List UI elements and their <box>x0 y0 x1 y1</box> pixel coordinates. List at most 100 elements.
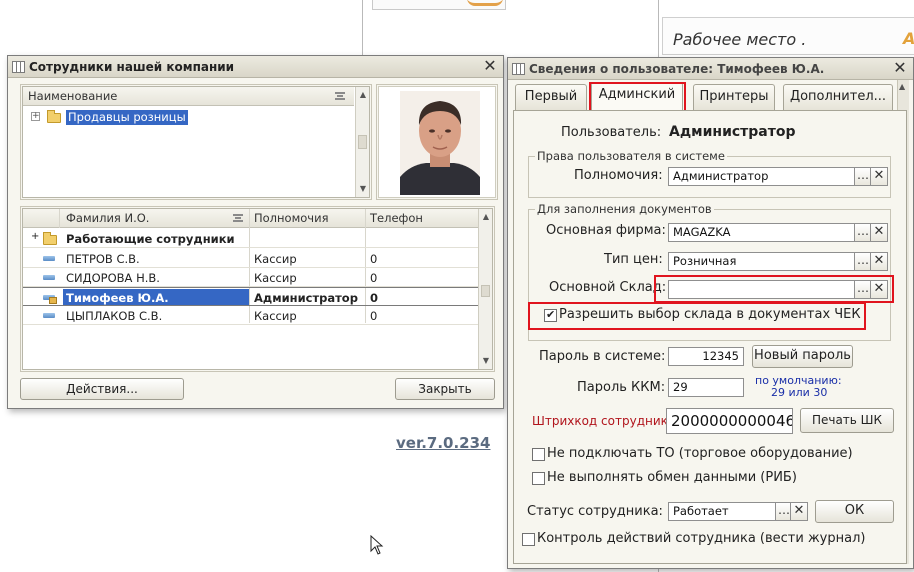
employee-icon <box>43 313 55 318</box>
scroll-up-icon[interactable]: ▲ <box>357 88 369 102</box>
column-phone[interactable]: Телефон <box>370 211 423 225</box>
table-header: Фамилия И.О. Полномочия Телефон <box>23 209 479 228</box>
kkm-password-label: Пароль ККМ: <box>577 380 666 395</box>
workplace-label: Рабочее место . <box>673 30 807 49</box>
cell-phone: 0 <box>370 271 378 285</box>
tab-first[interactable]: Первый <box>515 84 587 110</box>
clear-icon[interactable]: ✕ <box>790 502 808 521</box>
photo-image <box>400 91 480 195</box>
scroll-down-icon[interactable]: ▼ <box>357 182 369 196</box>
cell-role: Кассир <box>254 252 297 266</box>
table-row[interactable]: ЦЫПЛАКОВ С.В. Кассир 0 <box>23 306 479 325</box>
cell-role: Администратор <box>254 291 358 305</box>
cell-name: Тимофеев Ю.А. <box>66 291 169 305</box>
tree-scrollbar[interactable]: ▲ ▼ <box>355 87 369 197</box>
user-window-title: Сведения о пользователе: Тимофеев Ю.А. <box>529 62 825 76</box>
password-label: Пароль в системе: <box>539 349 666 364</box>
window-table-icon <box>512 63 525 75</box>
no-equipment-label[interactable]: Не подключать ТО (торговое оборудование) <box>547 446 853 461</box>
warehouse-label: Основной Склад: <box>549 280 667 295</box>
tab-additional[interactable]: Дополнител... <box>783 84 893 110</box>
column-name[interactable]: Фамилия И.О. <box>66 211 149 225</box>
cell-phone: 0 <box>370 252 378 266</box>
employee-icon <box>43 256 55 261</box>
no-equipment-checkbox[interactable] <box>532 448 545 461</box>
kkm-password-field[interactable]: 29 <box>668 378 744 397</box>
workplace-accent: А <box>903 29 914 48</box>
cell-name: СИДОРОВА Н.В. <box>66 271 160 285</box>
sort-icon <box>233 214 243 222</box>
collapse-icon[interactable]: + <box>31 231 39 242</box>
clear-icon[interactable]: ✕ <box>870 223 888 242</box>
cell-phone: 0 <box>370 291 379 305</box>
table-row-selected[interactable]: Тимофеев Ю.А. Администратор 0 <box>23 287 479 306</box>
table-scrollbar[interactable]: ▲ ▼ <box>478 209 492 369</box>
close-button[interactable]: Закрыть <box>395 378 495 400</box>
no-exchange-label[interactable]: Не выполнять обмен данными (РИБ) <box>547 470 797 485</box>
tree-item-label: Продавцы розницы <box>66 110 188 125</box>
close-icon[interactable]: ✕ <box>892 60 908 76</box>
groups-tree[interactable]: Наименование + Продавцы розницы ▲ ▼ <box>22 86 370 198</box>
print-barcode-button[interactable]: Печать ШК <box>800 408 894 433</box>
employees-window-title: Сотрудники нашей компании <box>29 60 235 74</box>
scroll-thumb[interactable] <box>481 285 490 297</box>
tab-printers[interactable]: Принтеры <box>693 84 775 110</box>
tree-header-label: Наименование <box>28 89 118 103</box>
table-group-row[interactable]: + Работающие сотрудники <box>23 229 479 248</box>
cell-phone: 0 <box>370 309 378 323</box>
group-label: Работающие сотрудники <box>66 232 235 246</box>
ok-button[interactable]: ОК <box>815 500 894 523</box>
tab-highlight-box <box>589 82 686 113</box>
firm-field[interactable]: MAGAZKA <box>668 223 855 242</box>
barcode-label: Штрихкод сотрудника: <box>532 414 680 428</box>
user-label: Пользователь: <box>561 125 662 140</box>
scroll-thumb[interactable] <box>358 135 367 149</box>
employees-window-titlebar[interactable]: Сотрудники нашей компании ✕ <box>8 56 503 78</box>
clear-icon[interactable]: ✕ <box>870 252 888 271</box>
folder-icon <box>43 232 57 245</box>
control-actions-checkbox[interactable] <box>522 533 535 546</box>
scroll-up-icon[interactable]: ▲ <box>480 210 492 224</box>
sort-icon <box>335 92 345 100</box>
permissions-field[interactable]: Администратор <box>668 167 855 186</box>
tree-header[interactable]: Наименование <box>23 87 354 106</box>
user-value: Администратор <box>669 124 796 140</box>
cell-role: Кассир <box>254 271 297 285</box>
barcode-field[interactable]: 2000000000046 <box>666 408 793 434</box>
expand-icon[interactable]: + <box>31 112 40 121</box>
folder-icon <box>47 110 61 123</box>
control-actions-label[interactable]: Контроль действий сотрудника (вести журн… <box>537 531 865 546</box>
rights-group-caption: Права пользователя в системе <box>535 149 727 163</box>
window-table-icon <box>12 61 25 73</box>
cell-name: ЦЫПЛАКОВ С.В. <box>66 309 163 323</box>
column-role[interactable]: Полномочия <box>254 211 329 225</box>
price-type-label: Тип цен: <box>604 252 663 267</box>
employee-photo <box>378 86 496 198</box>
scroll-down-icon[interactable]: ▼ <box>480 354 492 368</box>
new-password-button[interactable]: Новый пароль <box>752 345 853 368</box>
scroll-up-icon[interactable]: ▲ <box>899 82 905 91</box>
firm-label: Основная фирма: <box>546 223 666 238</box>
table-row[interactable]: СИДОРОВА Н.В. Кассир 0 <box>23 268 479 287</box>
clear-icon[interactable]: ✕ <box>870 167 888 186</box>
status-label: Статус сотрудника: <box>527 504 663 519</box>
user-window-titlebar[interactable]: Сведения о пользователе: Тимофеев Ю.А. ✕ <box>508 58 913 80</box>
status-field[interactable]: Работает <box>668 502 776 521</box>
employees-table[interactable]: Фамилия И.О. Полномочия Телефон + Работа… <box>22 208 493 370</box>
close-icon[interactable]: ✕ <box>482 58 498 74</box>
kkm-hint-line2: 29 или 30 <box>771 386 828 399</box>
warehouse-highlight-box <box>654 275 894 303</box>
table-row[interactable]: ПЕТРОВ С.В. Кассир 0 <box>23 249 479 268</box>
password-field[interactable]: 12345 <box>668 347 744 366</box>
background-panel <box>372 0 506 10</box>
cell-name: ПЕТРОВ С.В. <box>66 252 140 266</box>
mouse-cursor-icon <box>370 535 384 555</box>
tree-item[interactable]: + Продавцы розницы <box>23 107 354 127</box>
employee-icon <box>43 275 55 280</box>
no-exchange-checkbox[interactable] <box>532 472 545 485</box>
documents-group-caption: Для заполнения документов <box>535 202 714 216</box>
price-type-field[interactable]: Розничная <box>668 252 855 271</box>
workplace-banner: Рабочее место . А <box>662 17 914 55</box>
actions-button[interactable]: Действия... <box>20 378 184 400</box>
version-link[interactable]: ver.7.0.234 <box>396 434 491 452</box>
